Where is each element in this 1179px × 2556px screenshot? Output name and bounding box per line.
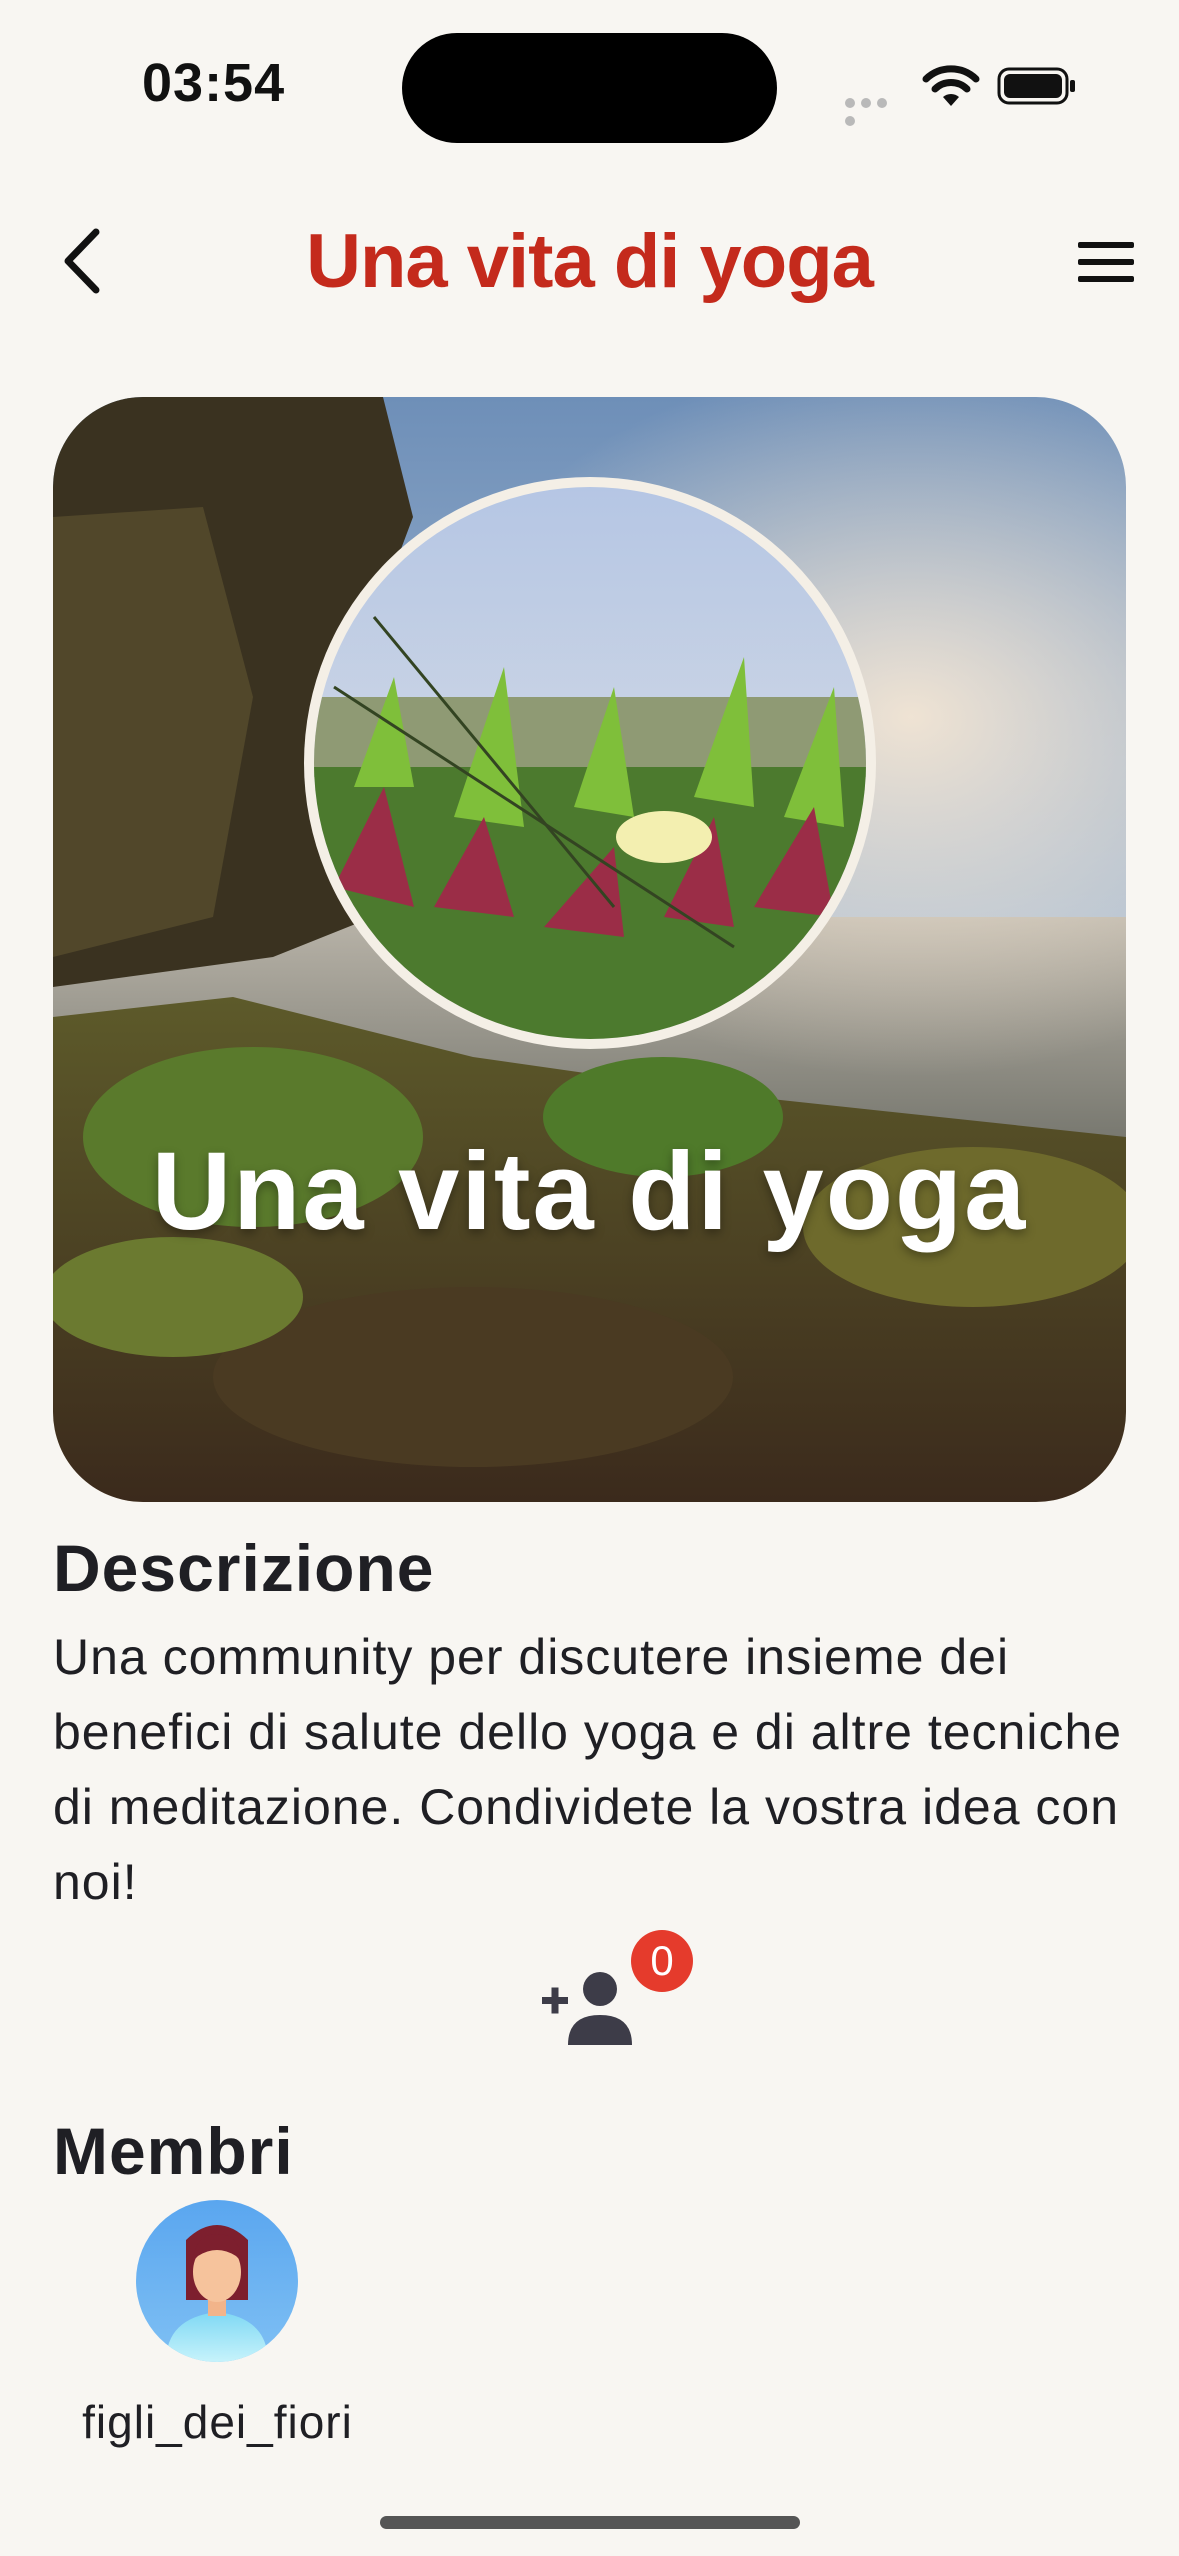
cover-title: Una vita di yoga: [151, 1130, 1028, 1253]
description-heading: Descrizione: [53, 1531, 435, 1605]
member-avatar[interactable]: [136, 2200, 298, 2362]
status-time: 03:54: [142, 53, 286, 113]
person-add-icon[interactable]: [540, 1967, 640, 2047]
member-name[interactable]: figli_dei_fiori: [40, 2395, 395, 2449]
member-count-badge: 0: [631, 1930, 693, 1992]
dynamic-island: [402, 33, 777, 143]
battery-icon: [997, 67, 1075, 105]
home-indicator[interactable]: [380, 2516, 800, 2529]
hamburger-menu-icon[interactable]: [1078, 242, 1134, 284]
members-heading: Membri: [53, 2114, 294, 2188]
page-title: Una vita di yoga: [306, 219, 874, 304]
description-text: Una community per discutere insieme dei …: [53, 1629, 1123, 1910]
cellular-signal-icon: [845, 95, 907, 126]
community-avatar-image: [314, 487, 866, 1039]
wifi-icon: [922, 65, 980, 106]
